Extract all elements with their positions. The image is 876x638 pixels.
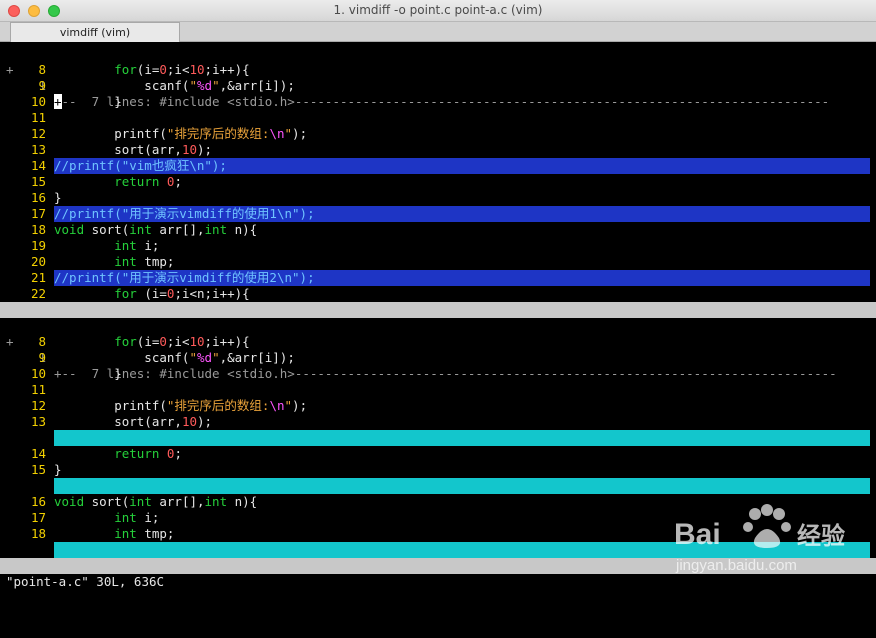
- code-text: int tmp;: [114, 526, 175, 541]
- svg-text:jingyan.baidu.com: jingyan.baidu.com: [675, 557, 797, 574]
- diff-filler-line: [0, 478, 876, 494]
- code-text: for(i=0;i<10;i++){: [114, 334, 250, 349]
- code-text: int i;: [114, 510, 160, 525]
- line-number: 12: [30, 126, 46, 141]
- line-number: 8: [38, 334, 46, 349]
- code-line: 10 }: [0, 94, 876, 110]
- line-number: 9: [38, 350, 46, 365]
- code-line: 18 void sort(int arr[],int n){: [0, 222, 876, 238]
- diff-filler: [54, 430, 870, 446]
- code-text: int tmp;: [114, 254, 175, 269]
- tab-bar: vimdiff (vim): [0, 22, 876, 42]
- code-text: }: [54, 94, 122, 109]
- status-line-top: point.c 1,1 Top: [0, 302, 876, 365]
- line-number: 19: [30, 238, 46, 253]
- code-line: 14 return 0;: [0, 446, 876, 462]
- line-number: 15: [30, 174, 46, 189]
- code-line: 8 for(i=0;i<10;i++){: [0, 62, 876, 78]
- code-text: //printf("用于演示vimdiff的使用1\n");: [54, 206, 315, 221]
- status-cursor-position: 1,1: [726, 590, 749, 605]
- window-title: 1. vimdiff -o point.c point-a.c (vim): [333, 3, 543, 17]
- code-line: 8 for(i=0;i<10;i++){: [0, 334, 876, 350]
- code-text: //printf("vim也疯狂\n");: [54, 158, 227, 173]
- fold-line: + 1 +-- 7 lines: #include <stdio.h>-----…: [0, 46, 876, 109]
- line-number: 14: [30, 446, 46, 461]
- code-text: sort(arr,10);: [54, 142, 213, 157]
- code-line: 20 int tmp;: [0, 254, 876, 270]
- code-text: printf("排完序后的数组:\n");: [54, 126, 308, 141]
- code-line: 9 scanf("%d",&arr[i]);: [0, 350, 876, 366]
- code-text: return 0;: [114, 446, 182, 461]
- code-line: 12 printf("排完序后的数组:\n");: [0, 398, 876, 414]
- diff-changed-line: 14 //printf("vim也疯狂\n");: [0, 158, 876, 174]
- fold-line: + 1 +-- 7 lines: #include <stdio.h>-----…: [0, 318, 876, 381]
- line-number: 12: [30, 398, 46, 413]
- code-text: scanf("%d",&arr[i]);: [54, 78, 295, 93]
- line-number: 10: [30, 94, 46, 109]
- status-scroll: Top: [847, 606, 870, 621]
- window-titlebar: 1. vimdiff -o point.c point-a.c (vim): [0, 0, 876, 22]
- line-number: 18: [30, 222, 46, 237]
- line-number: 13: [30, 414, 46, 429]
- code-line: 15 return 0;: [0, 174, 876, 190]
- code-text: return 0;: [114, 174, 182, 189]
- code-line: 10 }: [0, 366, 876, 382]
- code-text: for(i=0;i<10;i++){: [114, 62, 250, 77]
- command-line[interactable]: "point-a.c" 30L, 636C: [6, 574, 164, 590]
- line-number: 22: [30, 286, 46, 301]
- line-number: 17: [30, 510, 46, 525]
- code-text: sort(arr,10);: [54, 414, 213, 429]
- diff-changed-line: 17 //printf("用于演示vimdiff的使用1\n");: [0, 206, 876, 222]
- line-number: 16: [30, 494, 46, 509]
- code-line: 22 for (i=0;i<n;i++){: [0, 286, 876, 302]
- line-number: 11: [30, 110, 46, 125]
- code-line: 13 sort(arr,10);: [0, 414, 876, 430]
- diff-filler-line: [0, 430, 876, 446]
- diff-changed-line: 21 //printf("用于演示vimdiff的使用2\n");: [0, 270, 876, 286]
- line-number: 13: [30, 142, 46, 157]
- code-line: 16}: [0, 190, 876, 206]
- code-line: 13 sort(arr,10);: [0, 142, 876, 158]
- svg-text:Bai: Bai: [674, 518, 721, 551]
- code-text: for (i=0;i<n;i++){: [114, 286, 250, 301]
- code-text: scanf("%d",&arr[i]);: [54, 350, 295, 365]
- code-text: //printf("用于演示vimdiff的使用2\n");: [54, 270, 315, 285]
- code-line: 9 scanf("%d",&arr[i]);: [0, 78, 876, 94]
- line-number: 17: [30, 206, 46, 221]
- code-text: }: [54, 190, 62, 205]
- line-number: 14: [30, 158, 46, 173]
- line-number: 15: [30, 462, 46, 477]
- code-text: void sort(int arr[],int n){: [54, 494, 258, 509]
- line-number: 20: [30, 254, 46, 269]
- line-number: 21: [30, 270, 46, 285]
- code-text: }: [54, 462, 62, 477]
- baidu-jingyan-watermark-logo: Bai 经验 jingyan.baidu.com: [674, 504, 845, 574]
- line-number: 18: [30, 526, 46, 541]
- line-number: 9: [38, 78, 46, 93]
- line-number: 11: [30, 382, 46, 397]
- code-line: 15}: [0, 462, 876, 478]
- svg-text:经验: 经验: [797, 522, 845, 550]
- code-line: 11: [0, 382, 876, 398]
- tab-vimdiff[interactable]: vimdiff (vim): [10, 22, 180, 42]
- diff-filler: [54, 478, 870, 494]
- code-text: printf("排完序后的数组:\n");: [54, 398, 308, 413]
- code-line: 11: [0, 110, 876, 126]
- code-text: }: [54, 366, 122, 381]
- code-line: 12 printf("排完序后的数组:\n");: [0, 126, 876, 142]
- line-number: 8: [38, 62, 46, 77]
- code-text: void sort(int arr[],int n){: [54, 222, 258, 237]
- code-line: 19 int i;: [0, 238, 876, 254]
- line-number: 16: [30, 190, 46, 205]
- code-text: int i;: [114, 238, 160, 253]
- line-number: 10: [30, 366, 46, 381]
